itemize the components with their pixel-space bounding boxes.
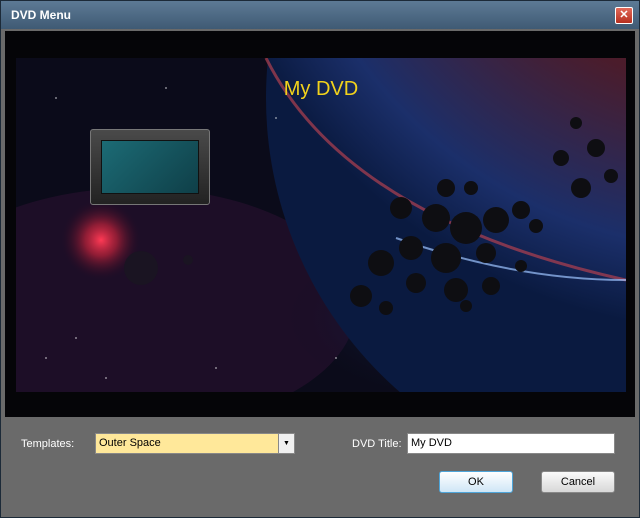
- settings-panel: Templates: Outer Space ▼ DVD Title: My D…: [1, 417, 639, 517]
- menu-preview-frame: My DVD: [5, 31, 635, 417]
- templates-label: Templates:: [21, 438, 75, 450]
- title-bar: DVD Menu ✕: [1, 1, 639, 29]
- close-button[interactable]: ✕: [615, 7, 633, 24]
- templates-selected-value: Outer Space: [99, 437, 161, 449]
- chapter-thumbnail[interactable]: [90, 129, 210, 205]
- dvd-menu-window: DVD Menu ✕ My DVD Templates: Outer Space…: [0, 0, 640, 518]
- templates-dropdown[interactable]: Outer Space ▼: [95, 433, 295, 454]
- space-background: [16, 58, 626, 392]
- dvd-title-label: DVD Title:: [352, 438, 402, 450]
- window-title: DVD Menu: [11, 8, 71, 22]
- cancel-button[interactable]: Cancel: [541, 471, 615, 493]
- close-icon: ✕: [619, 9, 629, 21]
- chevron-down-icon[interactable]: ▼: [278, 434, 294, 453]
- dvd-title-input[interactable]: My DVD: [407, 433, 615, 454]
- menu-preview-scene: My DVD: [16, 58, 626, 392]
- ok-button[interactable]: OK: [439, 471, 513, 493]
- thumbnail-image: [101, 140, 199, 194]
- dvd-menu-title[interactable]: My DVD: [16, 78, 626, 101]
- dvd-title-input-value: My DVD: [411, 437, 452, 449]
